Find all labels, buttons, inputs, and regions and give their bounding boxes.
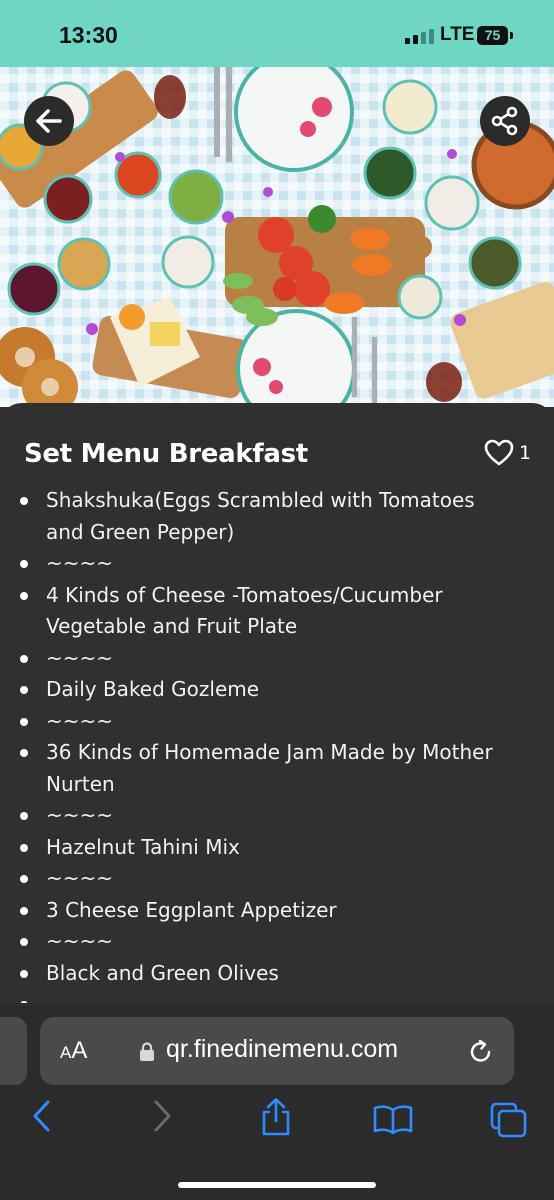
share-button[interactable]	[480, 96, 530, 146]
like-count: 1	[519, 442, 532, 464]
list-item: ~~~~	[0, 800, 554, 832]
list-item: Shakshuka(Eggs Scrambled with Tomatoes a…	[0, 485, 554, 548]
like-button[interactable]: 1	[484, 439, 531, 467]
browser-toolbar: AA qr.finedinemenu.com	[0, 1003, 554, 1200]
address-bar[interactable]: AA qr.finedinemenu.com	[40, 1017, 514, 1085]
list-item: ~~~~	[0, 706, 554, 738]
home-indicator	[178, 1182, 376, 1188]
heart-icon	[484, 439, 514, 466]
list-item: 3 Cheese Eggplant Appetizer	[0, 895, 554, 927]
list-item: Black and Green Olives	[0, 958, 554, 990]
list-item: 4 Kinds of Cheese -Tomatoes/Cucumber Veg…	[0, 580, 554, 643]
cellular-signal-icon	[405, 28, 435, 44]
share-icon	[491, 106, 518, 136]
forward-arrow-icon[interactable]	[150, 1099, 174, 1133]
reload-icon[interactable]	[467, 1038, 495, 1066]
status-bar: 13:30 LTE 75	[0, 0, 554, 67]
menu-item-card: Set Menu Breakfast 1 Shakshuka(Eggs Scra…	[0, 403, 554, 1016]
list-item: Daily Baked Gozleme	[0, 674, 554, 706]
hero-image	[0, 67, 554, 407]
back-button[interactable]	[24, 96, 74, 146]
list-item: ~~~~	[0, 863, 554, 895]
back-arrow-icon[interactable]	[30, 1099, 54, 1133]
list-item: Hazelnut Tahini Mix	[0, 832, 554, 864]
network-type: LTE	[440, 24, 475, 45]
menu-description-list: Shakshuka(Eggs Scrambled with Tomatoes a…	[0, 485, 554, 1021]
page-title: Set Menu Breakfast	[24, 439, 308, 469]
reader-settings-button[interactable]: AA	[60, 1037, 87, 1065]
previous-tab-preview[interactable]	[0, 1017, 27, 1085]
url-text: qr.finedinemenu.com	[166, 1035, 399, 1063]
list-item: ~~~~	[0, 926, 554, 958]
list-item: ~~~~	[0, 548, 554, 580]
lock-icon	[140, 1042, 154, 1061]
breakfast-spread-photo	[0, 67, 554, 407]
status-time: 13:30	[59, 22, 118, 48]
arrow-left-icon	[36, 109, 62, 133]
share-sheet-icon[interactable]	[258, 1097, 294, 1137]
bookmarks-icon[interactable]	[372, 1103, 414, 1135]
list-item: ~~~~	[0, 643, 554, 675]
list-item: 36 Kinds of Homemade Jam Made by Mother …	[0, 737, 554, 800]
battery-icon: 75	[477, 26, 508, 45]
tabs-icon[interactable]	[490, 1102, 528, 1138]
